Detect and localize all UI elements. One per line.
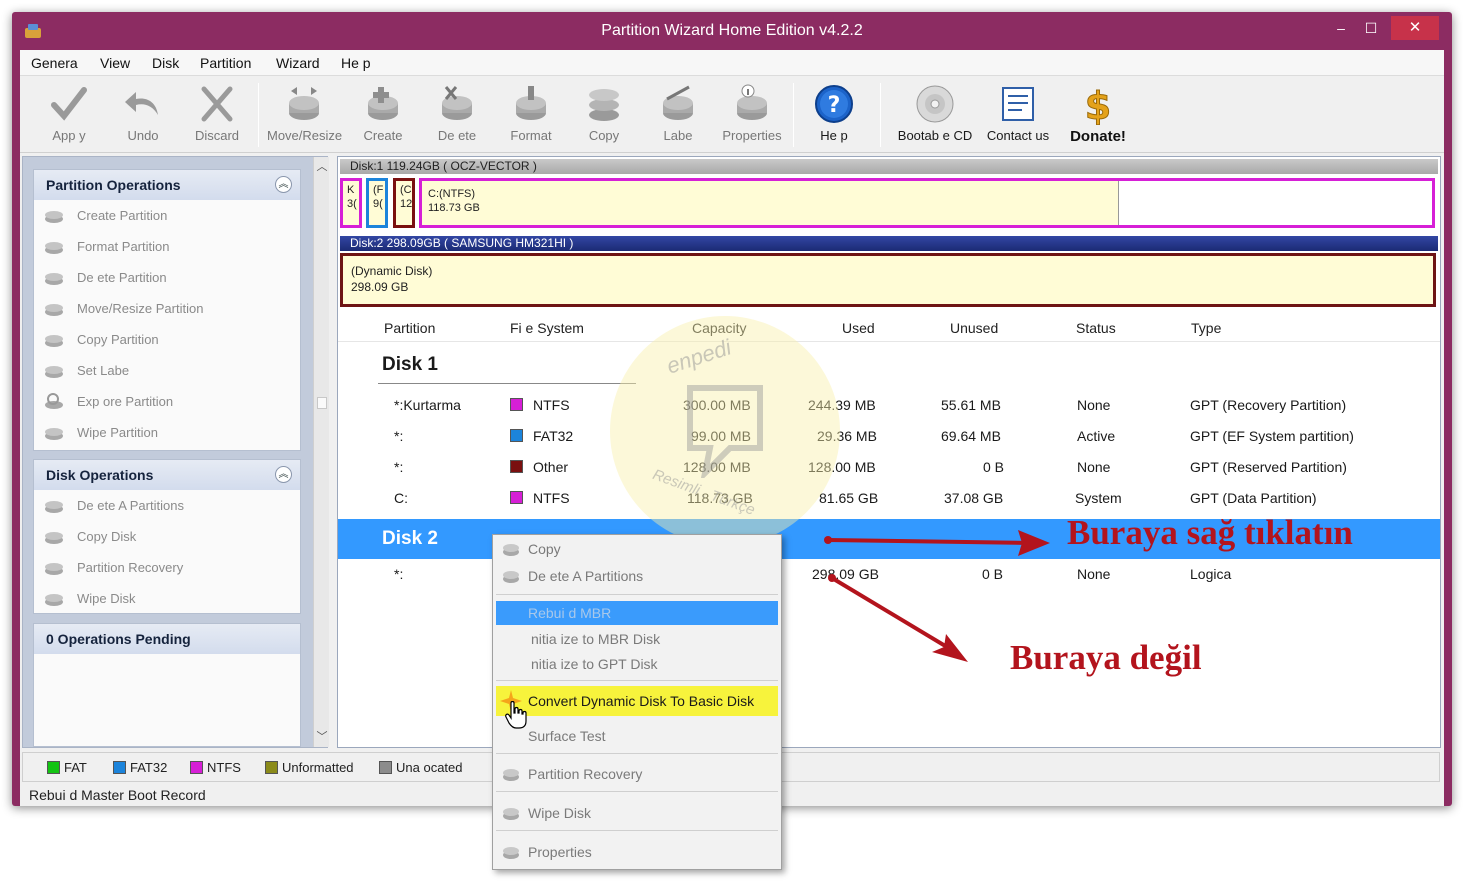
arrow-right-click-here <box>824 530 1050 556</box>
annotation-right-click-here: Buraya sağ tıklatın <box>1067 513 1353 552</box>
annotation-not-here: Buraya değil <box>1010 638 1202 677</box>
annotation-arrows <box>824 530 1050 662</box>
arrow-not-here <box>828 574 968 662</box>
